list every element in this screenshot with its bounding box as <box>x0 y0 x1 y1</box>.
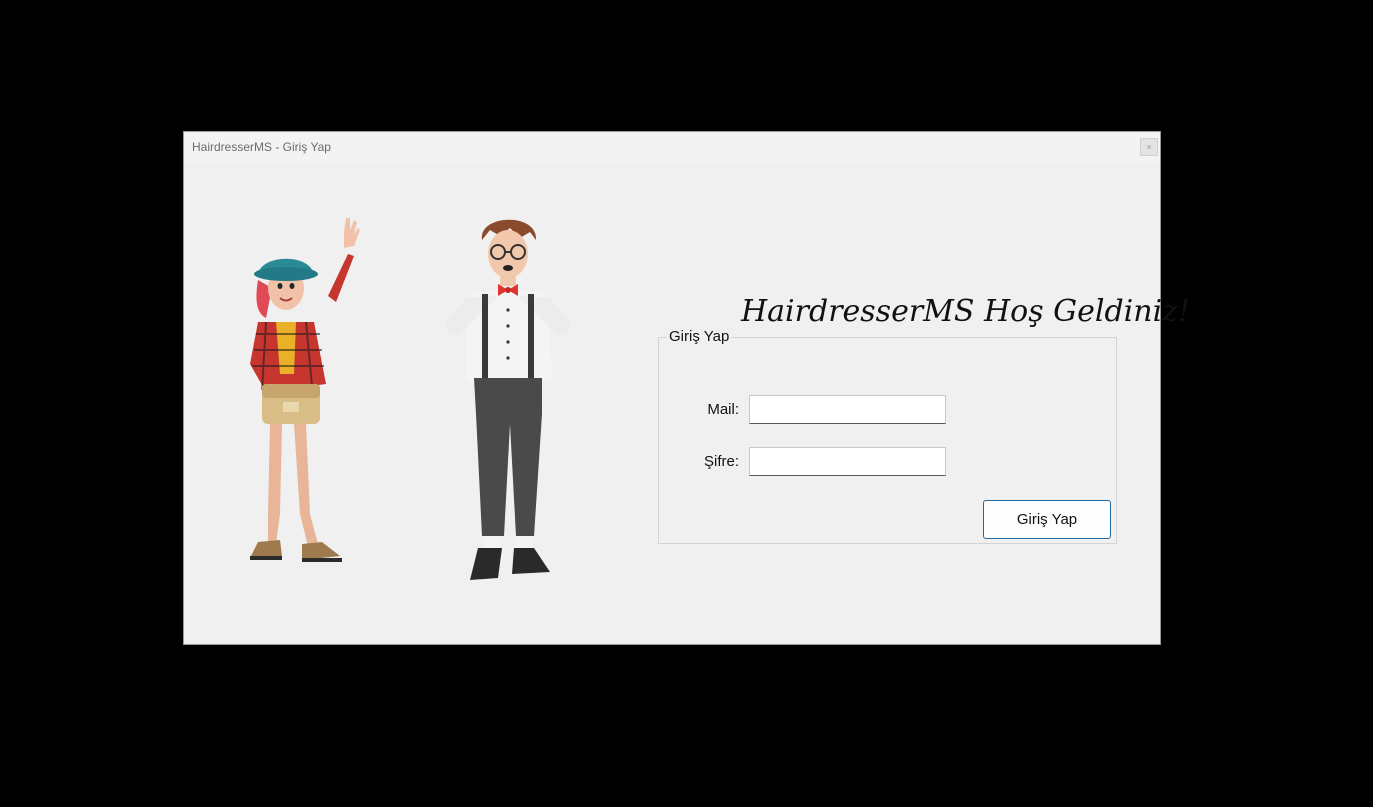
window-title: HairdresserMS - Giriş Yap <box>192 140 331 154</box>
login-window: HairdresserMS - Giriş Yap × HairdresserM… <box>183 131 1190 645</box>
mail-label: Mail: <box>707 401 739 418</box>
login-button[interactable]: Giriş Yap <box>983 500 1111 539</box>
login-group-title: Giriş Yap <box>667 328 732 345</box>
password-input[interactable] <box>749 447 946 476</box>
welcome-heading: HairdresserMS Hoş Geldiniz! <box>741 294 1191 329</box>
woman-waving-illustration <box>250 218 360 562</box>
man-bowtie-illustration <box>446 219 570 580</box>
password-label: Şifre: <box>703 453 739 470</box>
close-icon: × <box>1146 142 1152 152</box>
title-bar[interactable]: HairdresserMS - Giriş Yap × <box>184 132 1160 162</box>
close-button[interactable]: × <box>1140 138 1158 156</box>
mail-input[interactable] <box>749 395 946 424</box>
login-groupbox: Giriş Yap Mail: Şifre: Giriş Yap <box>658 328 1117 544</box>
